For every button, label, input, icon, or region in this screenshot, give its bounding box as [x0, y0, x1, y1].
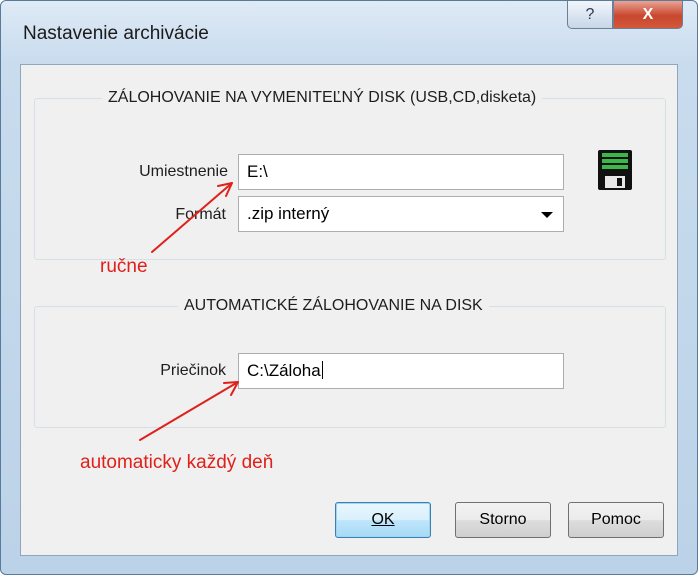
help-button-label: Pomoc: [591, 511, 641, 528]
manual-annotation: ručne: [100, 256, 148, 277]
automatic-annotation: automaticky každý deň: [80, 452, 274, 473]
cancel-button[interactable]: Storno: [455, 502, 551, 538]
cancel-button-label: Storno: [479, 511, 527, 528]
help-button[interactable]: Pomoc: [568, 502, 664, 538]
manual-arrow: [151, 182, 233, 253]
ok-button-label: OK: [371, 511, 395, 528]
auto-arrow: [139, 381, 239, 441]
annotation-arrows: [139, 182, 239, 441]
ok-button[interactable]: OK: [335, 502, 431, 538]
